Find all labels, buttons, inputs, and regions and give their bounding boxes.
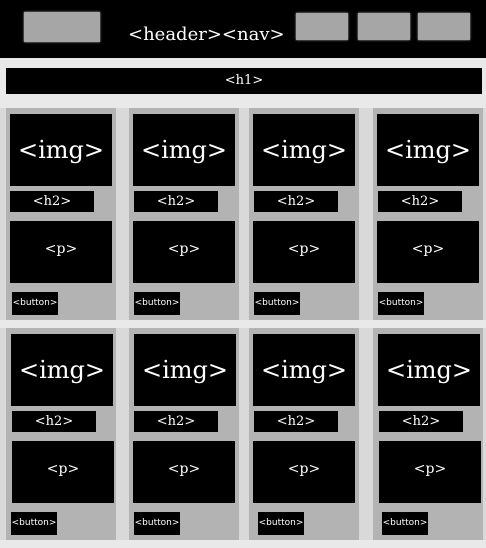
card-paragraph: <p> <box>133 221 235 283</box>
card-image-placeholder: <img> <box>134 334 236 406</box>
card-heading: <h2> <box>379 411 463 432</box>
nav-button-1[interactable] <box>296 13 348 40</box>
card: <img> <h2> <p> <button> <box>249 328 359 540</box>
nav-button-2[interactable] <box>358 13 410 40</box>
nav-button-3[interactable] <box>418 13 470 40</box>
card-heading: <h2> <box>254 191 338 212</box>
card-button[interactable]: <button> <box>382 512 428 535</box>
card-image-placeholder: <img> <box>11 334 113 406</box>
card-row-2: <img> <h2> <p> <button> <img> <h2> <p> <… <box>0 328 486 540</box>
card-image-placeholder: <img> <box>377 114 479 186</box>
card-image-placeholder: <img> <box>10 114 112 186</box>
card-heading: <h2> <box>378 191 462 212</box>
card-button[interactable]: <button> <box>134 512 180 535</box>
card: <img> <h2> <p> <button> <box>129 108 239 320</box>
card-row-1: <img> <h2> <p> <button> <img> <h2> <p> <… <box>0 108 486 320</box>
card-button[interactable]: <button> <box>12 292 58 315</box>
card: <img> <h2> <p> <button> <box>129 328 239 540</box>
card: <img> <h2> <p> <button> <box>373 328 483 540</box>
card-button[interactable]: <button> <box>378 292 424 315</box>
card: <img> <h2> <p> <button> <box>6 108 116 320</box>
card-paragraph: <p> <box>379 441 481 503</box>
card-image-placeholder: <img> <box>378 334 480 406</box>
card-button[interactable]: <button> <box>134 292 180 315</box>
card-paragraph: <p> <box>253 221 355 283</box>
card-heading: <h2> <box>12 411 96 432</box>
header-bar: <header><nav> <box>0 0 486 58</box>
card-heading: <h2> <box>254 411 338 432</box>
card-image-placeholder: <img> <box>253 114 355 186</box>
card-paragraph: <p> <box>10 221 112 283</box>
card-paragraph: <p> <box>377 221 479 283</box>
card: <img> <h2> <p> <button> <box>249 108 359 320</box>
header-label: <header><nav> <box>128 24 285 45</box>
logo-placeholder <box>24 12 100 42</box>
card: <img> <h2> <p> <button> <box>6 328 116 540</box>
card-button[interactable]: <button> <box>11 512 57 535</box>
card-heading: <h2> <box>134 191 218 212</box>
card-button[interactable]: <button> <box>254 292 300 315</box>
card-paragraph: <p> <box>12 441 114 503</box>
card-paragraph: <p> <box>133 441 235 503</box>
card-heading: <h2> <box>10 191 94 212</box>
h1-bar: <h1> <box>6 68 482 94</box>
card-image-placeholder: <img> <box>133 114 235 186</box>
card-heading: <h2> <box>134 411 218 432</box>
card: <img> <h2> <p> <button> <box>373 108 483 320</box>
card-button[interactable]: <button> <box>258 512 304 535</box>
card-image-placeholder: <img> <box>253 334 355 406</box>
card-paragraph: <p> <box>253 441 355 503</box>
